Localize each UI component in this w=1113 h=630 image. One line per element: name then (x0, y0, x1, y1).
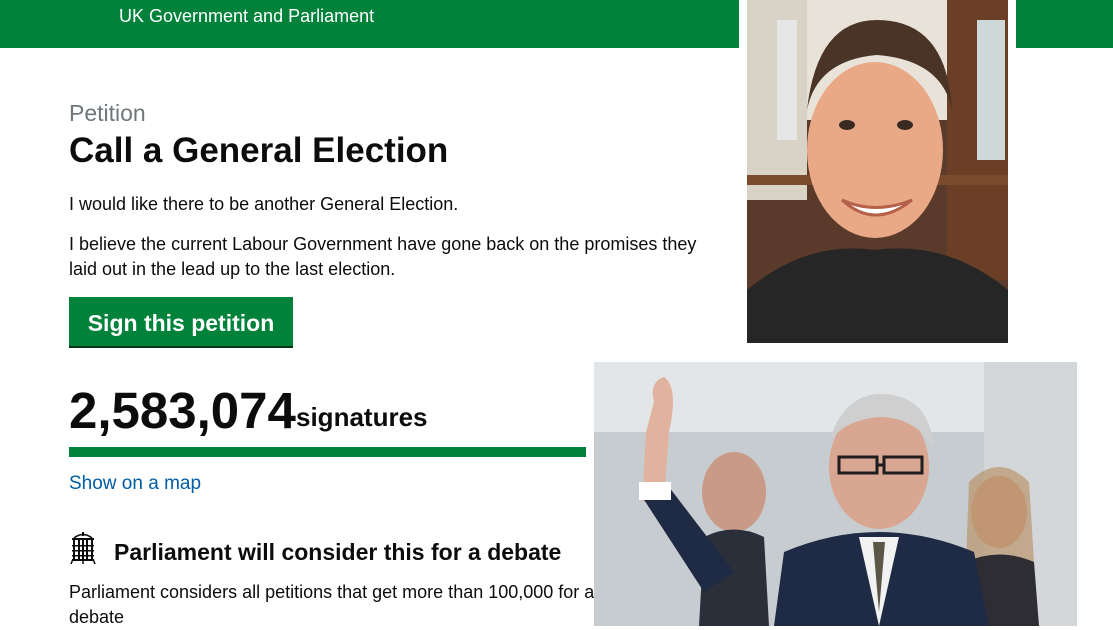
man-portrait-photo (747, 0, 1008, 343)
show-on-map-link[interactable]: Show on a map (69, 473, 201, 495)
petition-details: I believe the current Labour Government … (69, 234, 697, 279)
header-bar-right (1016, 0, 1113, 48)
page-caption: Petition (69, 100, 146, 126)
debate-heading: Parliament will consider this for a deba… (114, 539, 562, 565)
site-title-link[interactable]: UK Government and Parliament (119, 6, 374, 27)
portcullis-icon (70, 532, 96, 564)
sign-petition-button[interactable]: Sign this petition (69, 297, 293, 348)
signature-count: 2,583,074 (69, 382, 296, 439)
signature-progress-bar (69, 447, 586, 457)
petition-summary: I would like there to be another General… (69, 194, 459, 214)
petition-title: Call a General Election (69, 131, 449, 170)
signature-count-label: signatures (296, 402, 428, 432)
debate-description: Parliament considers all petitions that … (69, 582, 595, 627)
signature-progress-fill (69, 447, 586, 457)
politician-photo (594, 362, 1077, 626)
